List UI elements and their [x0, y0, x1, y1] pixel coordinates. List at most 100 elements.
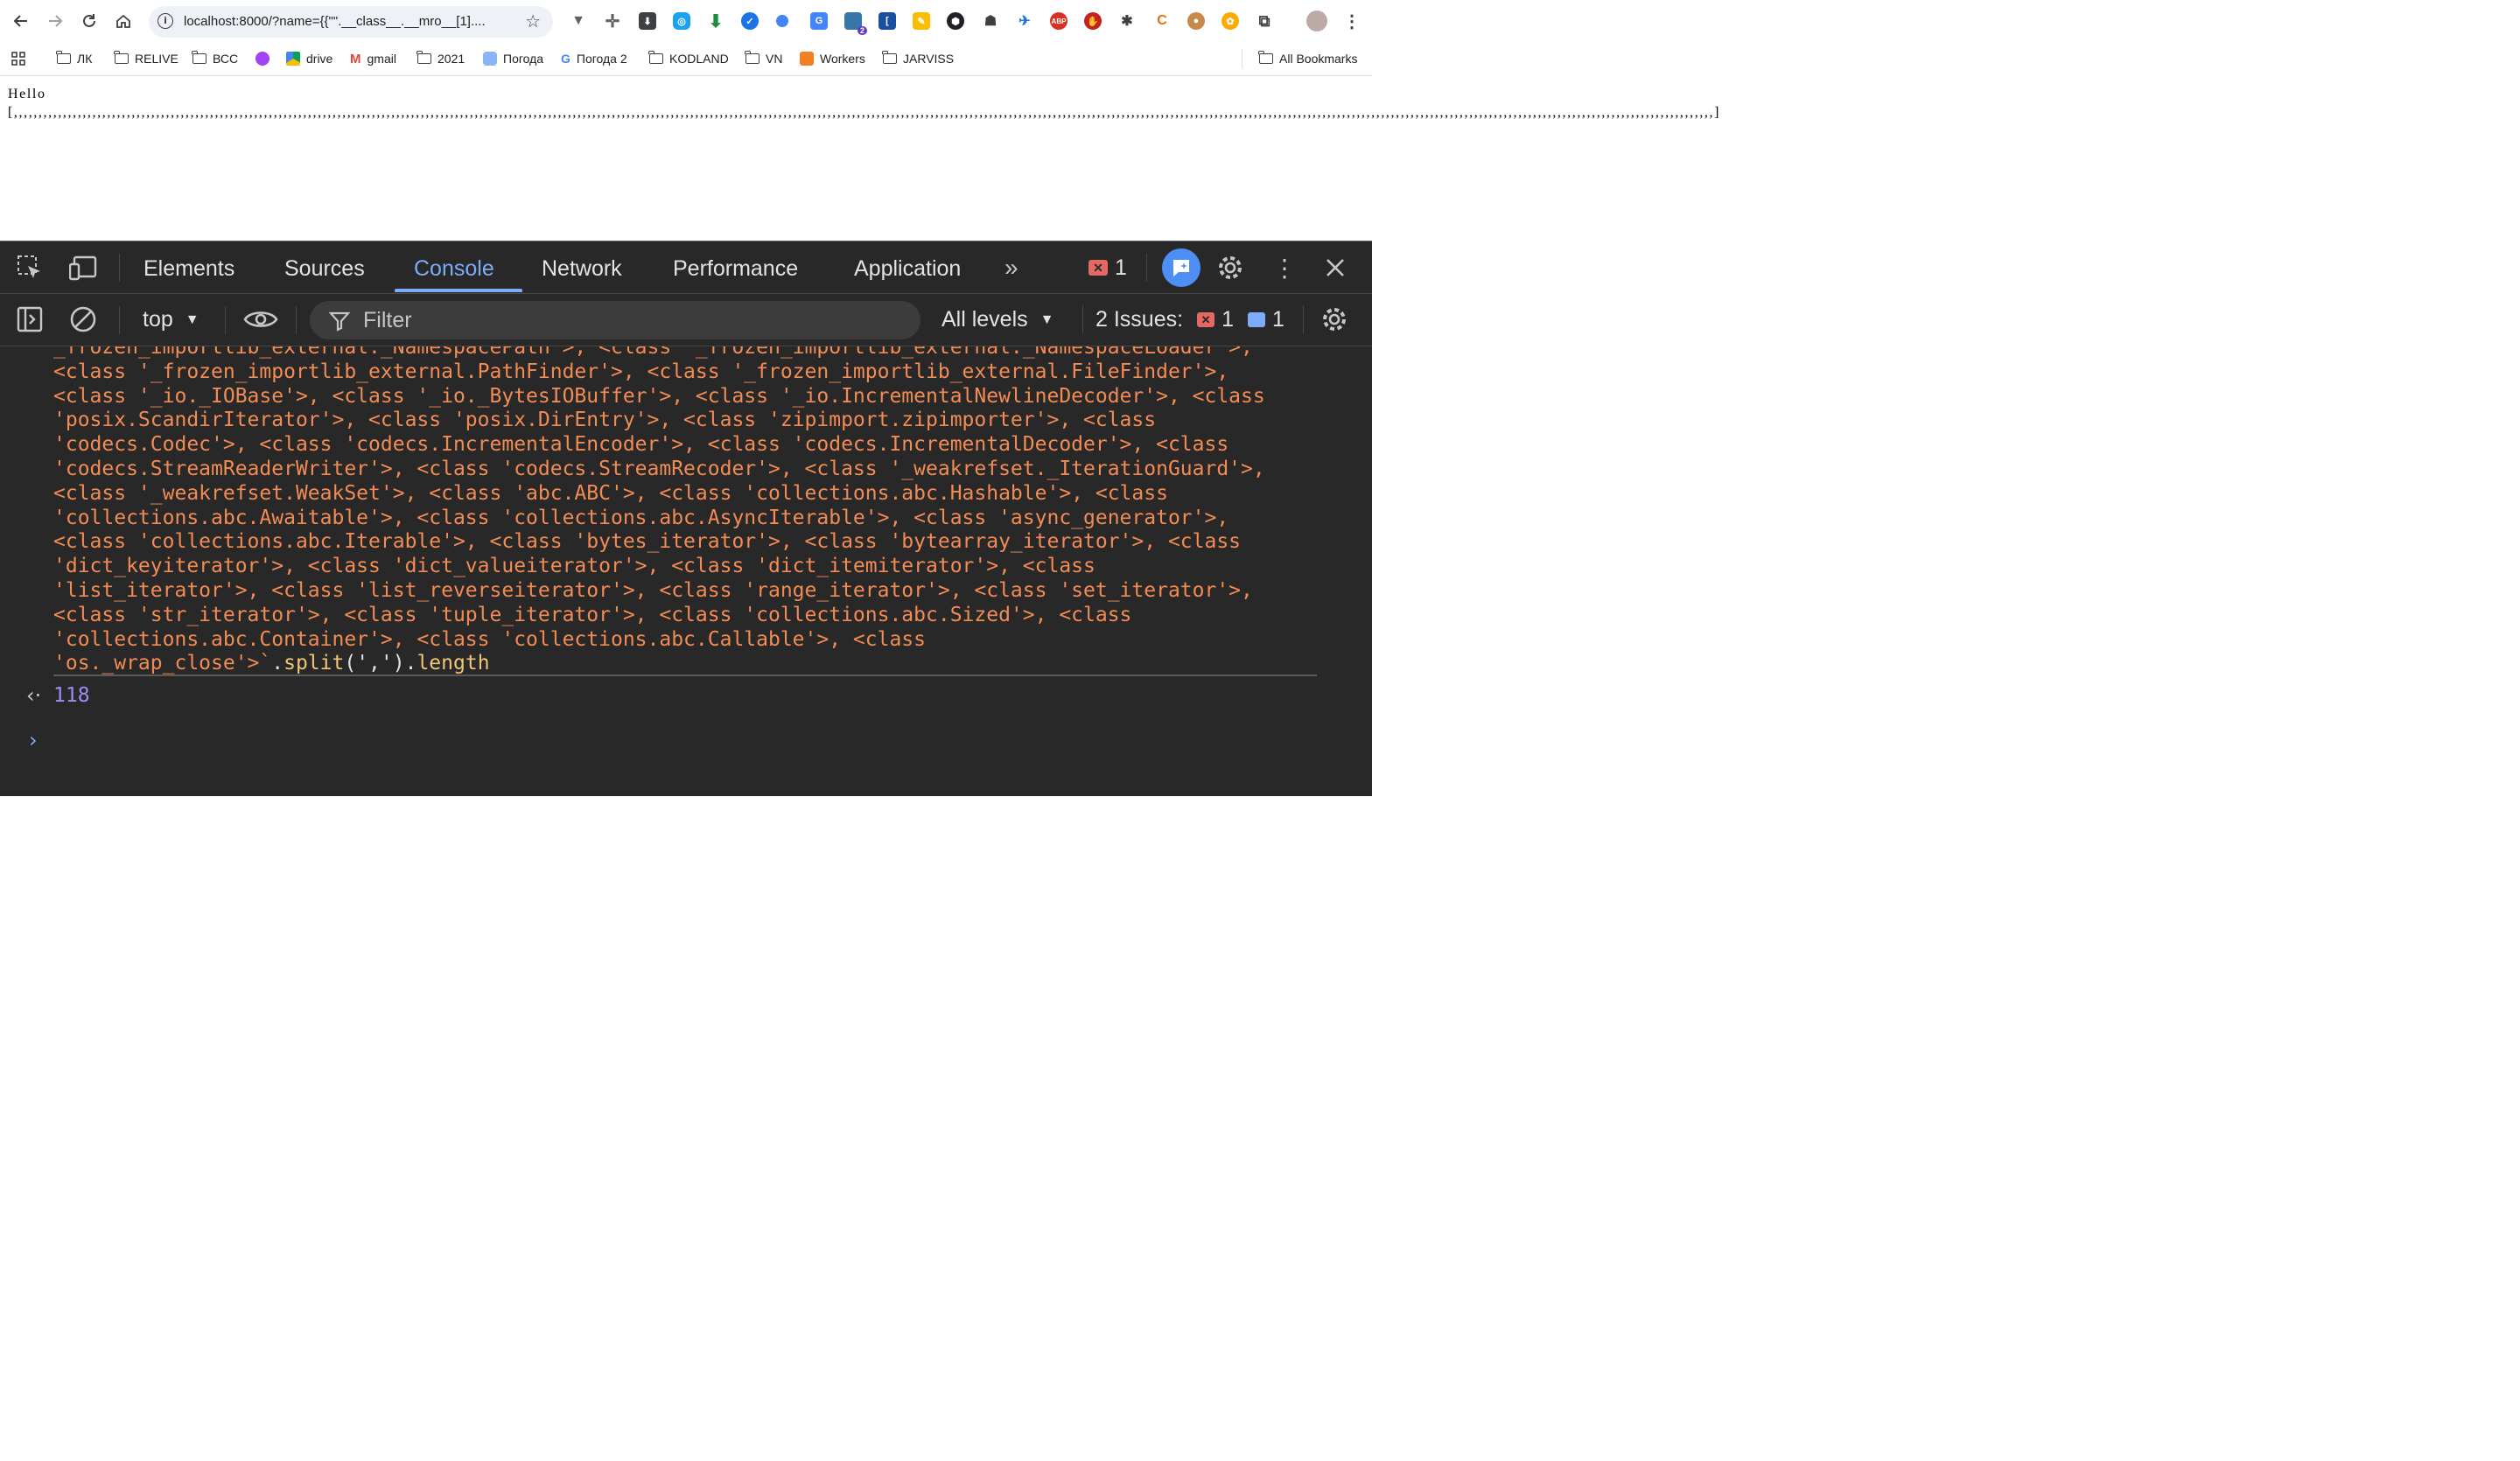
profile-avatar[interactable] — [1306, 10, 1327, 31]
console-filter-input[interactable]: Filter — [310, 301, 920, 339]
console-output: _frozen_importlib_external._NamespacePat… — [0, 346, 1372, 796]
code-line: 'dict_keyiterator'>, <class 'dict_valuei… — [53, 555, 1096, 578]
console-settings-gear-icon[interactable] — [1320, 304, 1349, 334]
context-label: top — [143, 307, 173, 332]
toolbar-divider — [119, 306, 120, 334]
method-split: split — [284, 652, 345, 675]
bookmark-folder-2021[interactable]: 2021 — [416, 50, 466, 67]
code-line: <class 'collections.abc.Iterable'>, <cla… — [53, 530, 1242, 554]
back-button[interactable] — [8, 8, 34, 34]
vue-devtools-icon[interactable]: ▼ — [570, 12, 587, 30]
issues-label: 2 Issues: — [1096, 307, 1184, 332]
bookmark-drive[interactable]: drive — [286, 50, 332, 67]
cookie-extension-icon[interactable]: ● — [1187, 12, 1205, 30]
tomato-extension-icon[interactable]: ✿ — [1222, 12, 1239, 30]
console-result-value: 118 — [53, 684, 90, 707]
bookmark-power[interactable] — [256, 50, 270, 67]
page-content: Hello [,,,,,,,,,,,,,,,,,,,,,,,,,,,,,,,,,… — [0, 76, 1718, 241]
home-button[interactable] — [110, 8, 136, 34]
reload-button[interactable] — [76, 8, 102, 34]
issues-counter[interactable]: 2 Issues: ✕ 1 1 — [1096, 307, 1284, 332]
bookmark-gmail[interactable]: Mgmail — [350, 50, 396, 67]
checkmark-extension-icon[interactable]: ✓ — [741, 12, 759, 30]
code-extension-icon[interactable]: C — [1153, 12, 1171, 30]
devtools-tabbar: Elements Sources Console Network Perform… — [0, 241, 1372, 294]
bracket-extension-icon[interactable]: [ — [878, 12, 896, 30]
ai-assistance-icon[interactable] — [1162, 248, 1200, 287]
clear-console-icon[interactable] — [68, 304, 98, 334]
address-bar[interactable]: i localhost:8000/?name={{"".__class__.__… — [149, 6, 553, 38]
google-icon: G — [561, 52, 570, 66]
code-line: 'codecs.StreamReaderWriter'>, <class 'co… — [53, 457, 1265, 480]
tab-console[interactable]: Console — [414, 256, 494, 282]
tab-sources[interactable]: Sources — [284, 256, 365, 282]
bookmark-weather-2[interactable]: G Погода 2 — [561, 50, 627, 67]
tab-application[interactable]: Application — [854, 256, 961, 282]
device-toolbar-icon[interactable] — [69, 253, 99, 283]
bookmark-folder-vss[interactable]: ВСС — [192, 50, 238, 67]
context-selector[interactable]: top ▼ — [143, 307, 200, 332]
bookmark-folder-vn[interactable]: VN — [745, 50, 782, 67]
tabbar-divider — [1146, 254, 1147, 282]
split-args: (','). — [344, 652, 417, 675]
bookmark-folder-jarviss[interactable]: JARVISS — [882, 50, 954, 67]
bookmark-label: Погода 2 — [576, 52, 627, 66]
home-icon — [116, 14, 130, 28]
highlighter-extension-icon[interactable]: ✎ — [913, 12, 930, 30]
download-arrow-icon[interactable]: ⬇ — [707, 12, 724, 31]
tab-network[interactable]: Network — [542, 256, 622, 282]
folder-icon — [416, 51, 431, 64]
move-icon[interactable]: ✛ — [604, 12, 621, 31]
camera-extension-icon[interactable]: ◎ — [673, 12, 690, 30]
settings-gear-icon[interactable] — [1215, 253, 1245, 283]
bookmark-label: Погода — [503, 52, 544, 66]
errors-counter[interactable]: ✕ 1 — [1088, 253, 1127, 283]
bookmark-label: 2021 — [438, 52, 466, 66]
code-line: 'posix.ScandirIterator'>, <class 'posix.… — [53, 409, 1157, 432]
error-icon: ✕ — [1088, 260, 1108, 276]
bookmark-workers[interactable]: Workers — [800, 50, 865, 67]
sidebar-toggle-icon[interactable] — [15, 304, 45, 334]
extension-badge: 2 — [857, 26, 867, 35]
console-prompt-chevron-icon[interactable]: › — [29, 728, 38, 752]
live-expression-eye-icon[interactable] — [242, 304, 279, 334]
puzzle-icon[interactable]: ⧉ — [1256, 12, 1273, 30]
arrow-right-icon — [49, 15, 63, 27]
bug-extension-icon[interactable]: ✱ — [1118, 12, 1136, 30]
python-extension-icon[interactable]: 2 — [844, 12, 867, 35]
bookmarks-bar: ЛК RELIVE ВСС drive Mgmail 2021 Погода G… — [0, 44, 1372, 76]
bookmark-star-icon[interactable]: ☆ — [525, 10, 541, 32]
code-line: _frozen_importlib_external._NamespacePat… — [53, 346, 1253, 359]
hex-extension-icon[interactable]: ⬢ — [947, 12, 964, 30]
site-info-icon[interactable]: i — [158, 13, 173, 29]
shield-extension-icon[interactable]: ✋ — [1084, 12, 1102, 30]
weather-icon — [483, 52, 497, 66]
bookmark-label: gmail — [367, 52, 396, 66]
bookmark-folder-lk[interactable]: ЛК — [56, 50, 92, 67]
toolbar-divider — [225, 306, 226, 334]
tab-elements[interactable]: Elements — [144, 256, 234, 282]
spy-extension-icon[interactable]: ☗ — [982, 12, 999, 30]
plane-extension-icon[interactable]: ✈ — [1016, 12, 1033, 30]
url-text: localhost:8000/?name={{"".__class__.__mr… — [184, 14, 486, 29]
more-tabs-chevron-icon[interactable]: » — [1004, 254, 1018, 282]
more-options-kebab-icon[interactable]: ⋮ — [1270, 253, 1299, 283]
menu-kebab-icon[interactable]: ⋮ — [1343, 12, 1361, 31]
folder-icon — [56, 51, 71, 64]
console-input-expression[interactable]: _frozen_importlib_external._NamespacePat… — [53, 346, 1322, 676]
close-devtools-icon[interactable] — [1320, 253, 1350, 283]
bookmark-folder-kodland[interactable]: KODLAND — [648, 50, 729, 67]
blue-dot-extension-icon[interactable] — [776, 15, 788, 27]
translate-extension-icon[interactable]: G — [810, 12, 828, 30]
inspect-element-icon[interactable] — [15, 253, 45, 283]
apps-grid-icon[interactable] — [11, 50, 25, 67]
log-levels-label: All levels — [942, 307, 1028, 332]
adblock-icon[interactable]: ABP — [1050, 12, 1068, 30]
bookmark-folder-relive[interactable]: RELIVE — [114, 50, 178, 67]
log-levels-dropdown[interactable]: All levels ▼ — [942, 307, 1054, 332]
save-extension-icon[interactable]: ⬇ — [639, 12, 656, 30]
forward-button[interactable] — [42, 8, 68, 34]
tab-performance[interactable]: Performance — [673, 256, 798, 282]
bookmark-weather[interactable]: Погода — [483, 50, 543, 67]
all-bookmarks-button[interactable]: All Bookmarks — [1258, 50, 1357, 67]
